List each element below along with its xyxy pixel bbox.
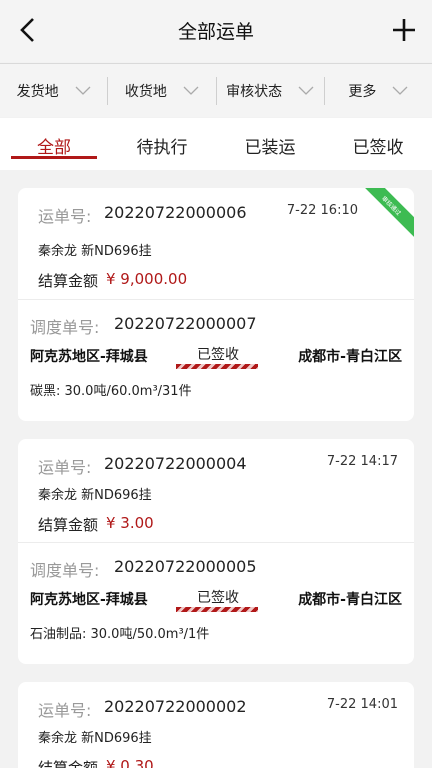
page-title: 全部运单 (177, 21, 254, 43)
waybill-section: 运单号: 20220722000002 7-22 14:01 秦余龙 新ND69… (18, 682, 414, 768)
waybill-section: 运单号: 20220722000006 7-22 16:10 审核通过 秦余龙 … (18, 188, 414, 300)
waybill-number: 20220722000004 (104, 454, 247, 473)
plus-icon (393, 19, 415, 41)
dispatch-label: 调度单号: (30, 561, 100, 580)
filter-review-status[interactable]: 审核状态 (217, 76, 325, 105)
waybill-number: 20220722000006 (104, 203, 247, 222)
tab-shipped[interactable]: 已装运 (216, 118, 324, 170)
status-label: 已签收 (197, 347, 239, 363)
amount-label: 结算金额 (38, 272, 99, 290)
status-label: 已签收 (197, 590, 239, 606)
tab-signed[interactable]: 已签收 (324, 118, 432, 170)
filter-origin[interactable]: 发货地 (0, 76, 109, 105)
waybill-section: 运单号: 20220722000004 7-22 14:17 秦余龙 新ND69… (18, 439, 414, 543)
filter-more[interactable]: 更多 (325, 77, 432, 105)
status-tabs: 全部 待执行 已装运 已签收 (0, 118, 432, 170)
dispatch-number: 20220722000005 (114, 557, 257, 576)
driver-info: 秦余龙 新ND696挂 (38, 488, 152, 503)
chevron-down-icon (392, 86, 408, 95)
order-card[interactable]: 运单号: 20220722000002 7-22 14:01 秦余龙 新ND69… (18, 682, 414, 768)
dispatch-section: 调度单号: 20220722000005 阿克苏地区-拜城县 已签收 成都市-青… (18, 543, 414, 663)
amount-value: ¥ 9,000.00 (106, 270, 188, 288)
dispatch-number: 20220722000007 (114, 314, 257, 333)
add-button[interactable] (386, 12, 422, 48)
waybill-label: 运单号: (38, 207, 92, 226)
order-card[interactable]: 运单号: 20220722000006 7-22 16:10 审核通过 秦余龙 … (18, 188, 414, 421)
status-progress-bar (176, 364, 258, 369)
amount-label: 结算金额 (38, 516, 99, 534)
destination-location: 成都市-青白江区 (298, 592, 402, 608)
review-badge: 审核通过 (351, 188, 414, 246)
filter-bar: 发货地 收货地 审核状态 更多 (0, 63, 432, 117)
waybill-number: 20220722000002 (104, 697, 247, 716)
cargo-info: 石油制品: 30.0吨/50.0m³/1件 (30, 627, 210, 642)
dispatch-label: 调度单号: (30, 318, 100, 337)
chevron-down-icon (75, 86, 91, 95)
order-card[interactable]: 运单号: 20220722000004 7-22 14:17 秦余龙 新ND69… (18, 439, 414, 664)
order-time: 7-22 16:10 (286, 203, 358, 218)
amount-label: 结算金额 (38, 759, 99, 768)
tab-pending[interactable]: 待执行 (108, 118, 216, 170)
order-time: 7-22 14:01 (326, 697, 398, 712)
amount-value: ¥ 3.00 (106, 514, 154, 532)
chevron-down-icon (183, 86, 199, 95)
destination-location: 成都市-青白江区 (298, 349, 402, 365)
filter-label: 收货地 (124, 83, 167, 100)
status-progress-bar (176, 607, 258, 612)
filter-destination[interactable]: 收货地 (108, 76, 217, 105)
waybill-label: 运单号: (38, 458, 92, 477)
filter-label: 更多 (348, 83, 377, 100)
filter-label: 发货地 (16, 83, 59, 100)
origin-location: 阿克苏地区-拜城县 (30, 592, 148, 608)
chevron-down-icon (298, 86, 314, 95)
driver-info: 秦余龙 新ND696挂 (38, 731, 152, 746)
driver-info: 秦余龙 新ND696挂 (38, 244, 152, 259)
cargo-info: 碳黑: 30.0吨/60.0m³/31件 (30, 384, 192, 399)
amount-value: ¥ 0.30 (106, 757, 154, 768)
waybill-label: 运单号: (38, 701, 92, 720)
tab-all[interactable]: 全部 (0, 118, 108, 170)
dispatch-section: 调度单号: 20220722000007 阿克苏地区-拜城县 已签收 成都市-青… (18, 300, 414, 420)
origin-location: 阿克苏地区-拜城县 (30, 349, 148, 365)
top-bar: 全部运单 (0, 0, 432, 62)
filter-label: 审核状态 (226, 83, 283, 100)
order-time: 7-22 14:17 (326, 454, 398, 469)
